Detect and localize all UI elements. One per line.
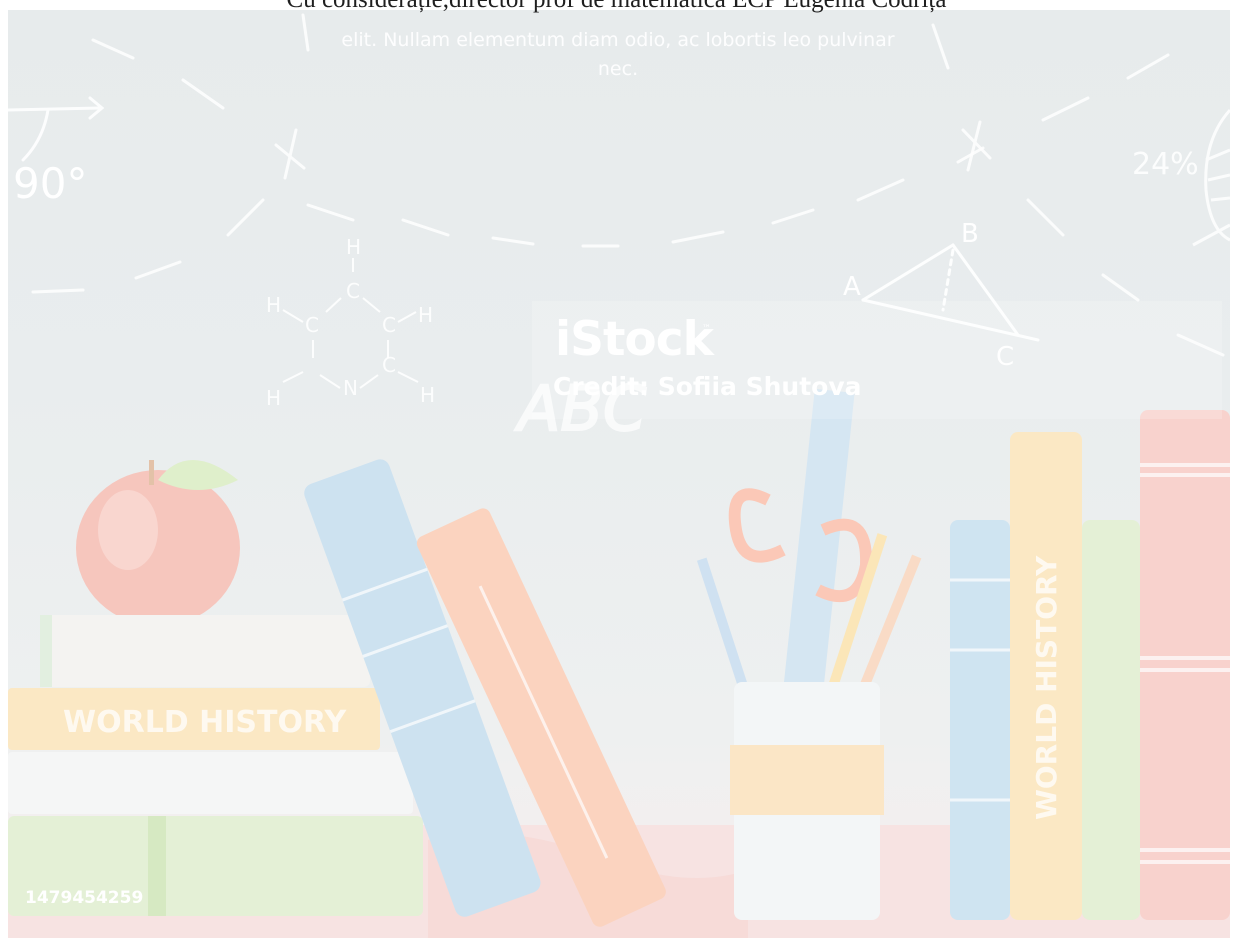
apple: [76, 460, 240, 626]
molecule-atom: H: [266, 386, 281, 410]
book-white-top: [40, 615, 370, 687]
triangle-vertex-a: A: [843, 272, 861, 302]
school-illustration: 90° 24% A B C H C C H C C H H N H ABC WO…: [8, 10, 1230, 938]
percent-label: 24%: [1132, 147, 1199, 182]
book-white-middle: [8, 752, 413, 814]
caption-text: Cu considerație,director prof de matemat…: [0, 0, 1233, 14]
molecule-doodle: [282, 258, 419, 389]
angle-doodle: [8, 96, 105, 162]
molecule-atom: H: [346, 235, 361, 259]
triangle-vertex-b: B: [961, 219, 979, 249]
angle-label: 90°: [13, 159, 87, 208]
book-spine-title: WORLD HISTORY: [63, 705, 347, 740]
molecule-atom: N: [343, 376, 358, 400]
placeholder-paragraph: elit. Nullam elementum diam odio, ac lob…: [341, 29, 895, 80]
watermark-credit: Credit: Sofiia Shutova: [553, 372, 862, 401]
watermark-trademark: ™: [702, 324, 711, 334]
book-red-standing: [1140, 410, 1230, 920]
molecule-atom: C: [305, 313, 319, 337]
illustration-artwork: 90° 24% A B C H C C H C C H H N H ABC WO…: [8, 13, 1230, 938]
molecule-atom: H: [266, 293, 281, 317]
molecule-atom: C: [382, 313, 396, 337]
book-band: [148, 816, 166, 916]
chalk-crosses: [274, 120, 992, 180]
page: Cu considerație,director prof de matemat…: [0, 0, 1233, 938]
molecule-atom: H: [418, 303, 433, 327]
book-band: [40, 615, 52, 687]
molecule-atom: H: [420, 383, 435, 407]
molecule-atom: C: [382, 353, 396, 377]
watermark-logo: iStock: [555, 312, 714, 367]
book-green-standing: [1082, 520, 1140, 920]
molecule-atom: C: [346, 279, 360, 303]
book-spine-title: WORLD HISTORY: [1030, 555, 1063, 820]
stock-image-id: 1479454259: [25, 888, 144, 908]
